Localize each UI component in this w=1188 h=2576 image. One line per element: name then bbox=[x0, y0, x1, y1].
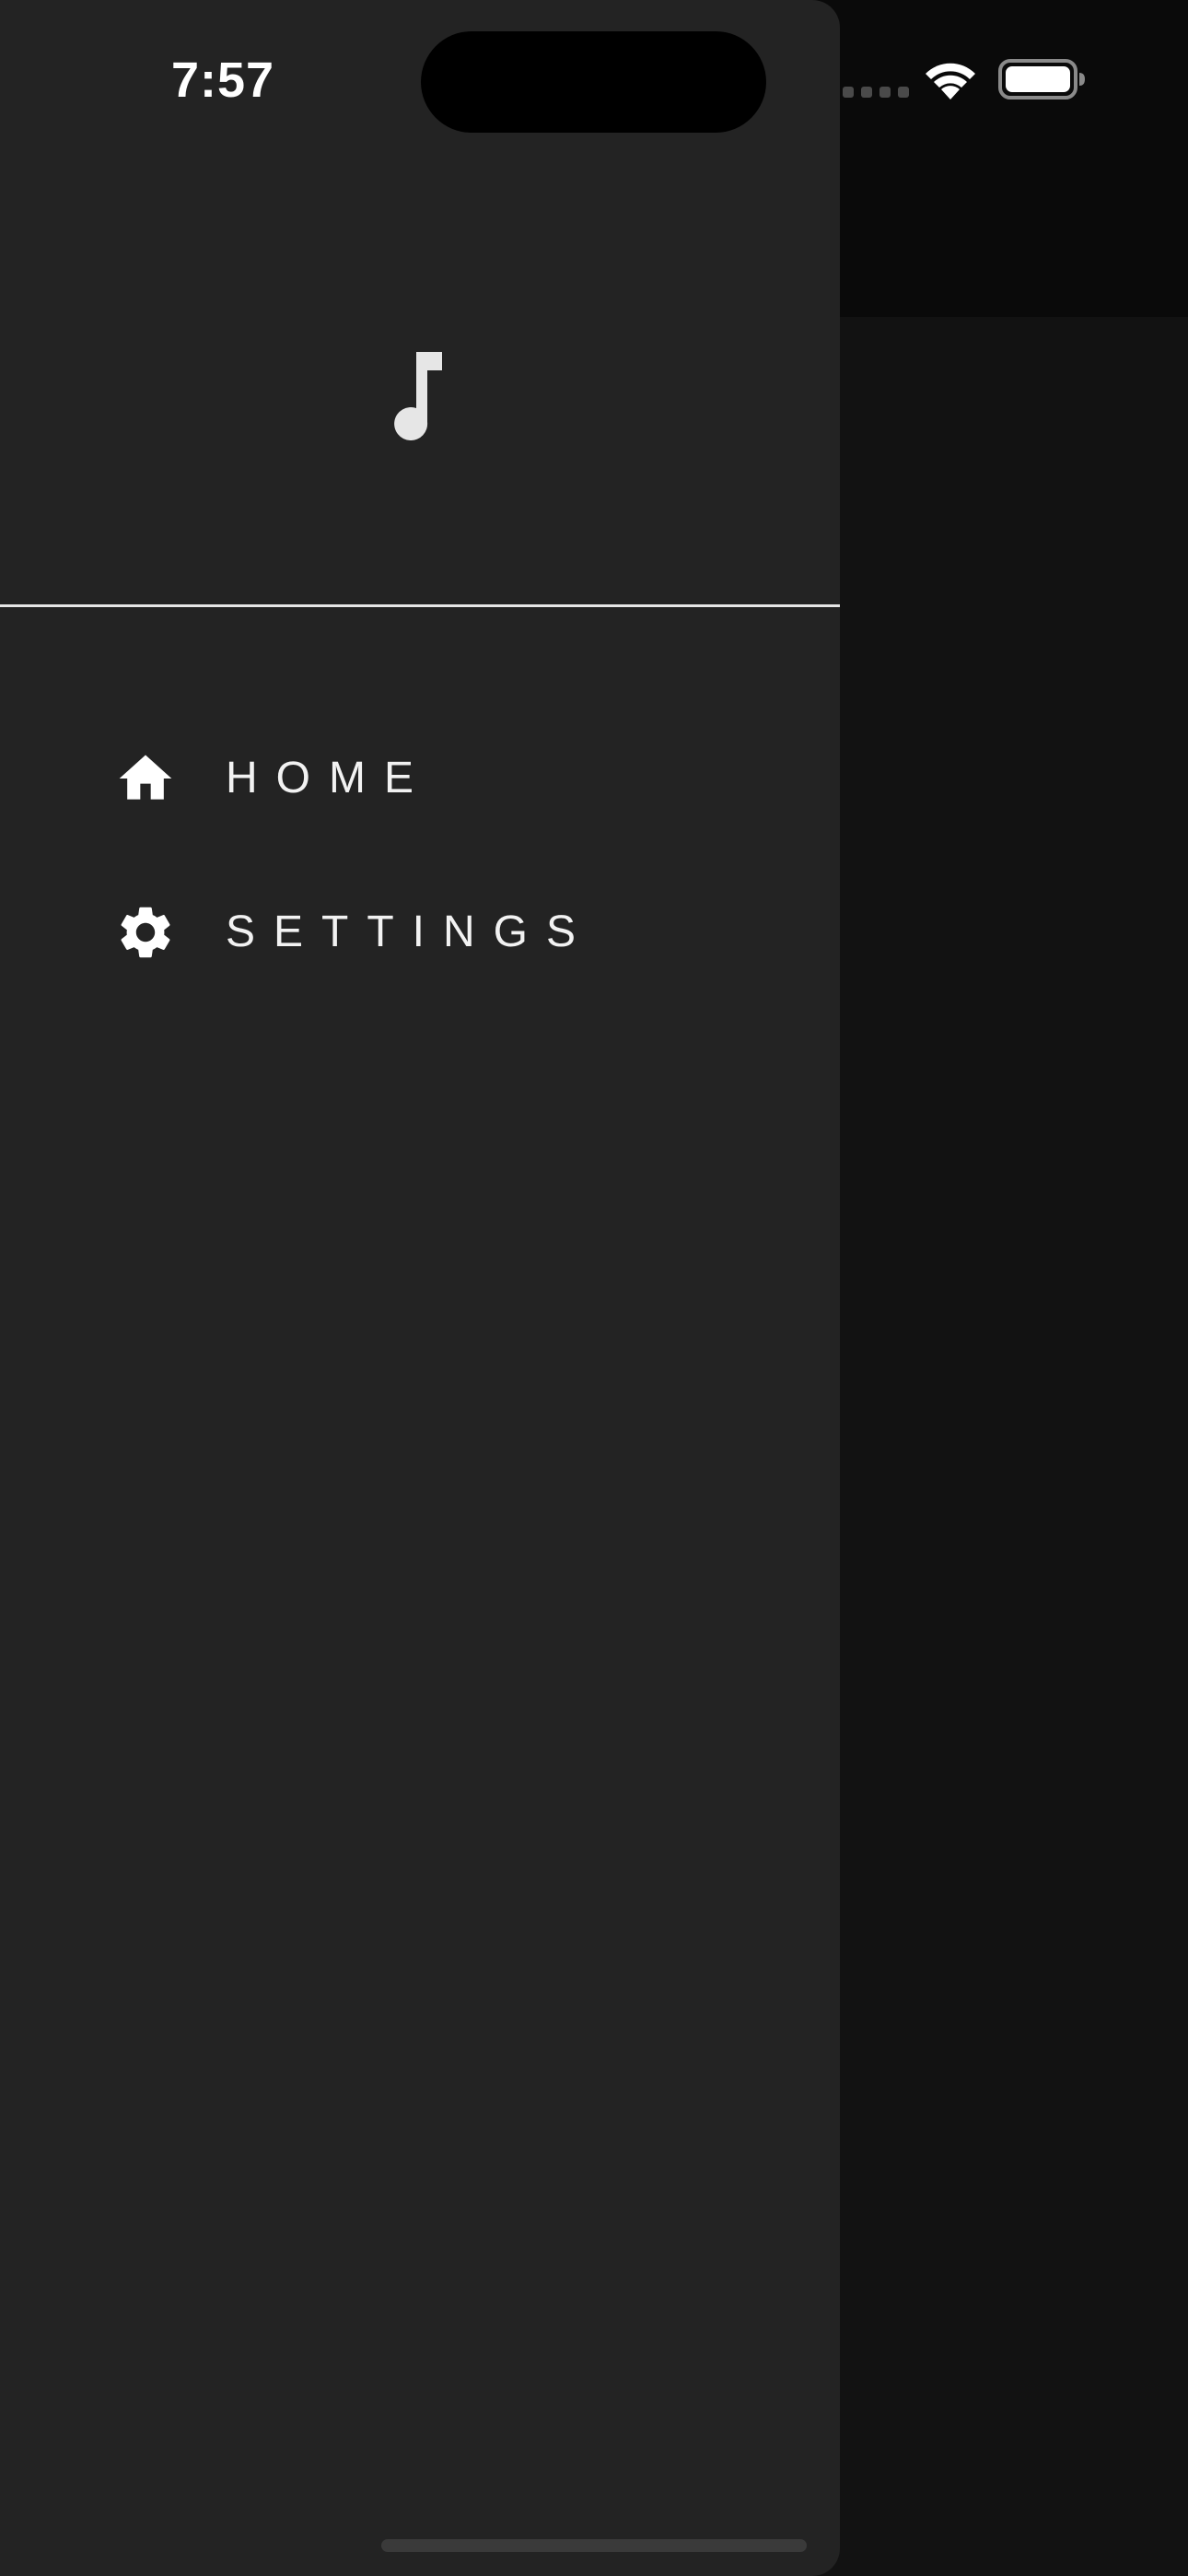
music-note-icon bbox=[394, 352, 442, 440]
navigation-drawer: HOME SETTINGS bbox=[0, 0, 840, 2576]
drawer-divider bbox=[0, 604, 840, 607]
dynamic-island bbox=[421, 31, 766, 133]
gear-icon bbox=[121, 907, 170, 958]
drawer-item-settings[interactable]: SETTINGS bbox=[0, 863, 840, 1001]
drawer-item-settings-label: SETTINGS bbox=[226, 907, 595, 956]
home-indicator[interactable] bbox=[381, 2539, 807, 2552]
home-icon bbox=[119, 755, 172, 800]
status-time: 7:57 bbox=[171, 53, 275, 108]
cellular-signal-icon bbox=[843, 87, 909, 98]
drawer-item-home[interactable]: HOME bbox=[0, 709, 840, 848]
screen: HOME SETTINGS 7:57 bbox=[0, 0, 1188, 2576]
wifi-icon bbox=[926, 63, 975, 100]
battery-icon bbox=[998, 59, 1085, 100]
drawer-item-home-label: HOME bbox=[226, 754, 432, 802]
